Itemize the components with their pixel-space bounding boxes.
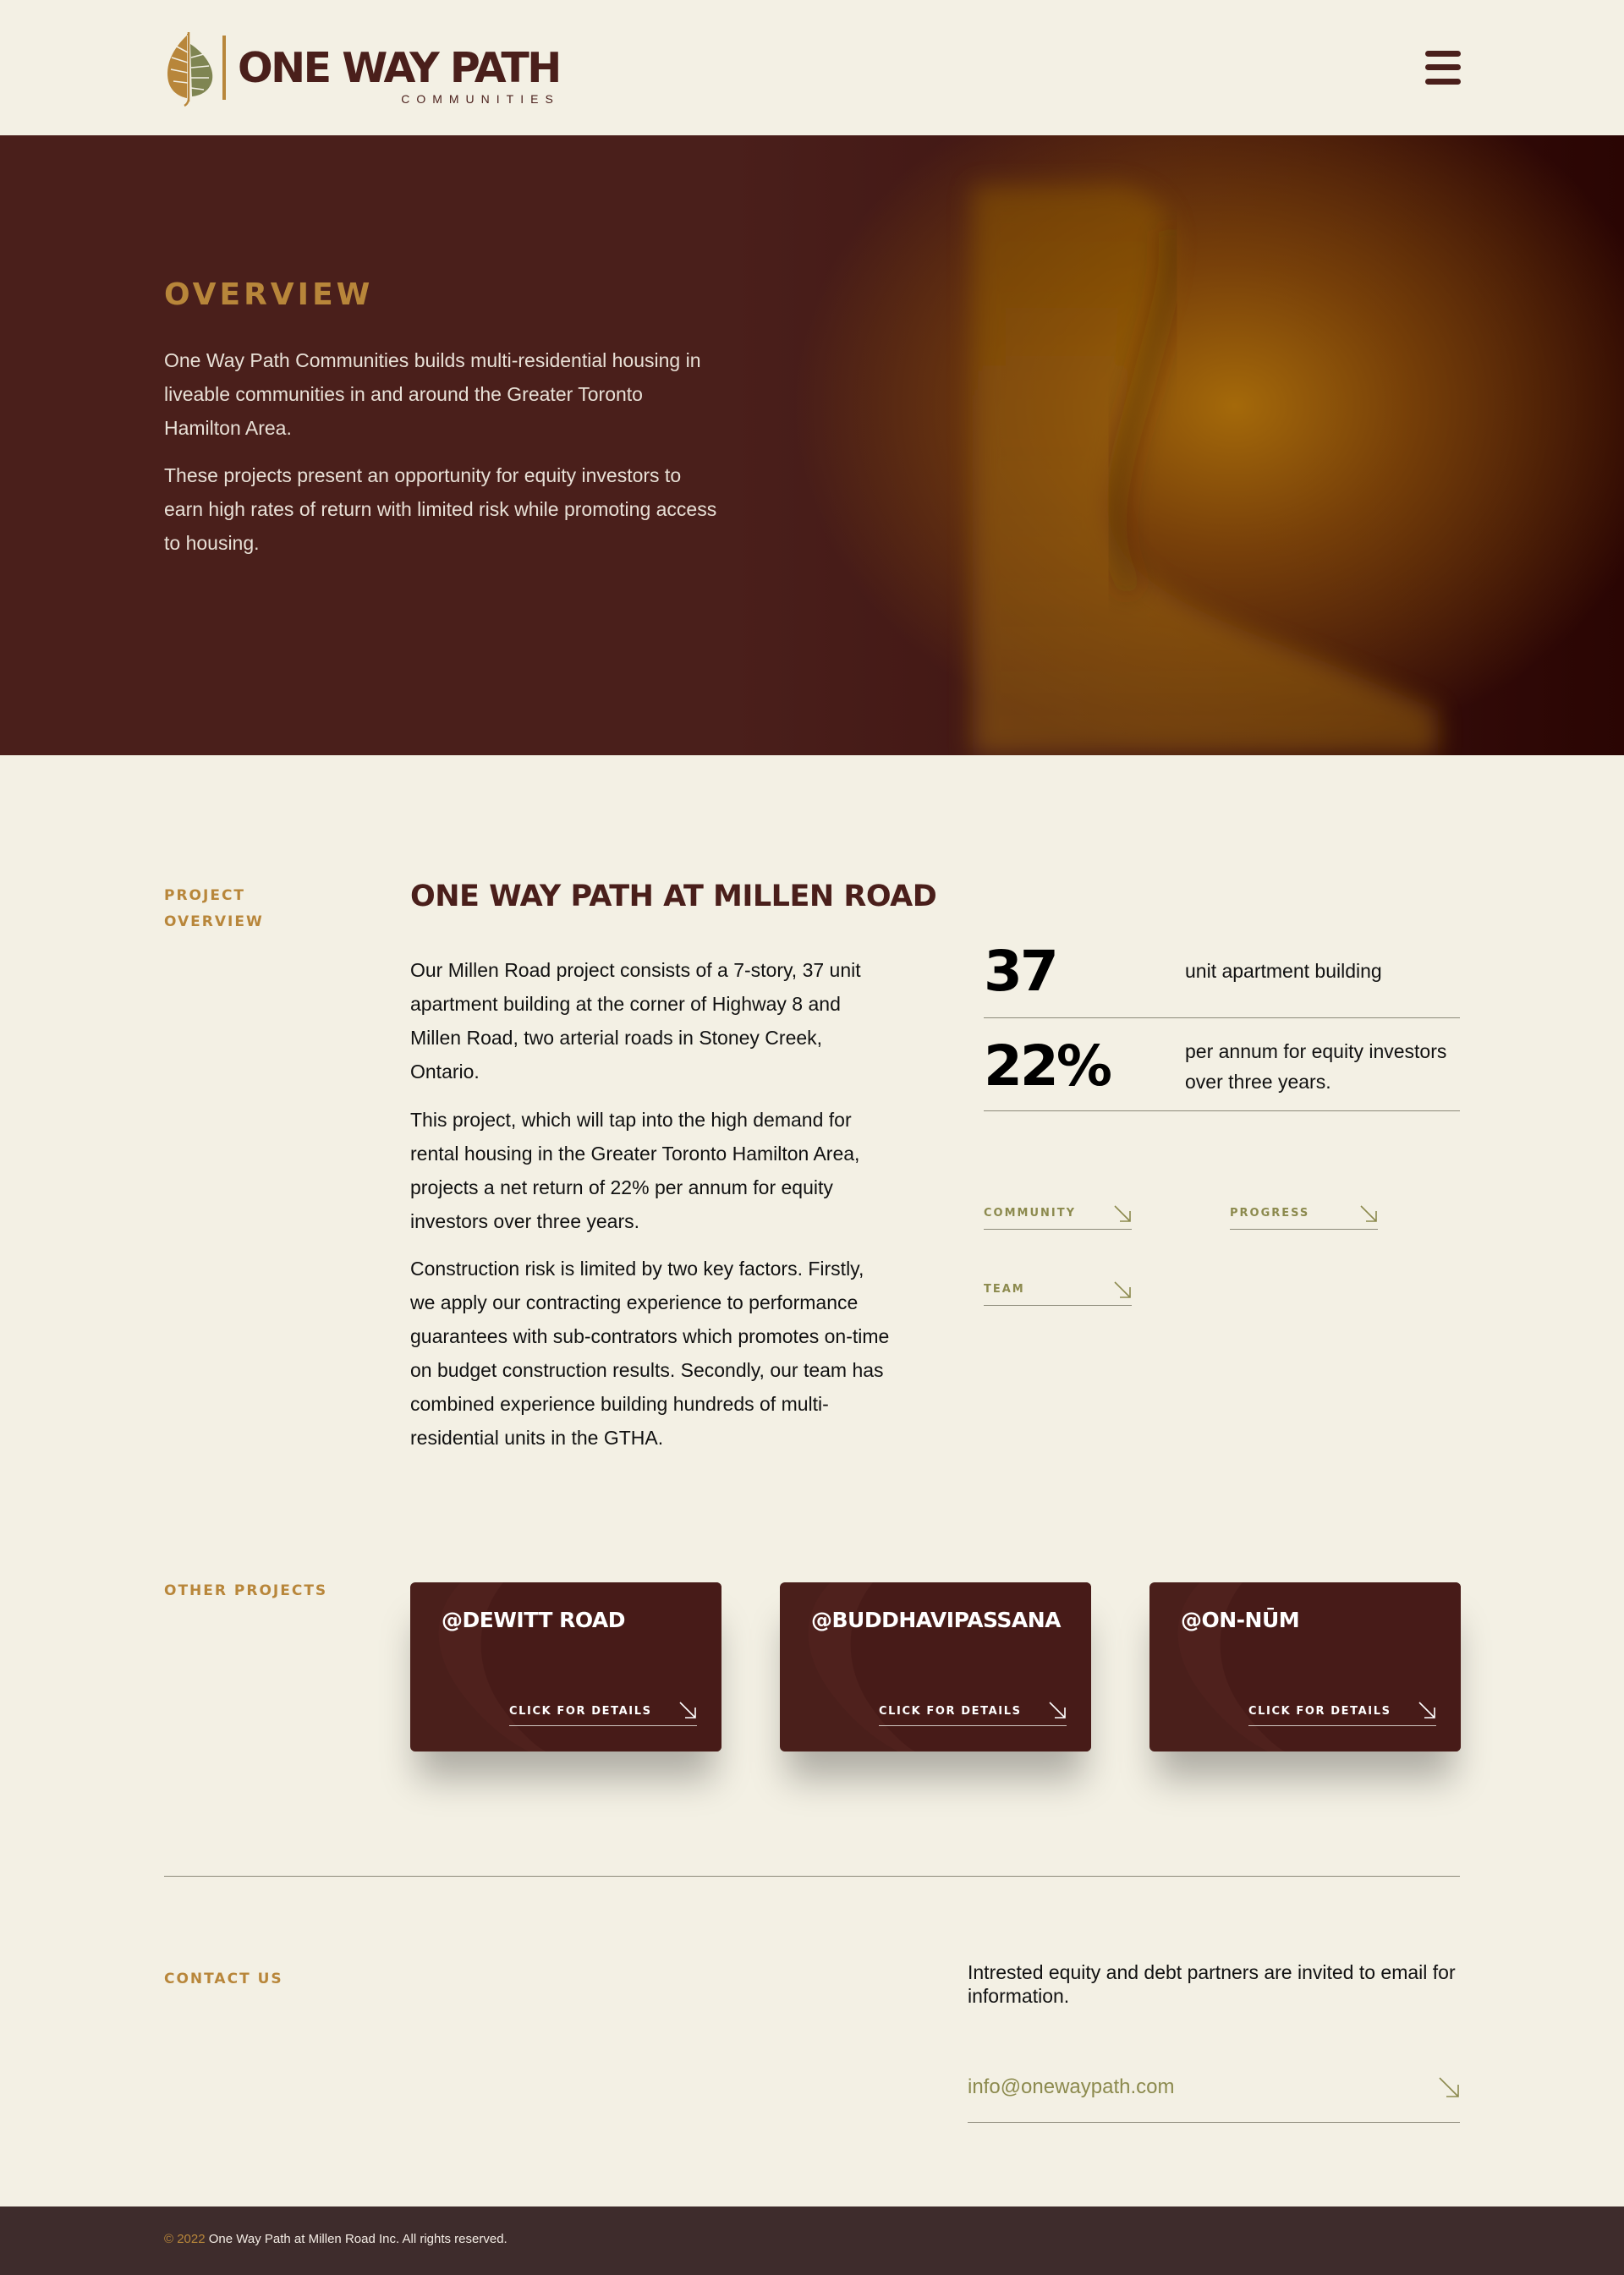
card-title: @ON-NŪM: [1181, 1608, 1300, 1632]
hero-decorative-shape: [973, 184, 1438, 755]
logo-wordmark: ONE WAY PATH COMMUNITIES: [238, 29, 562, 106]
project-card-dewitt[interactable]: @DEWITT ROAD CLICK FOR DETAILS: [410, 1582, 721, 1751]
card-details-link[interactable]: CLICK FOR DETAILS: [509, 1701, 697, 1726]
email-link[interactable]: info@onewaypath.com: [968, 2069, 1460, 2123]
link-label: COMMUNITY: [984, 1207, 1077, 1220]
project-paragraph-3: Construction risk is limited by two key …: [410, 1258, 890, 1449]
hero-paragraph-2: These projects present an opportunity fo…: [164, 464, 717, 554]
arrow-down-right-icon: [1418, 1702, 1435, 1719]
arrow-down-right-icon: [1049, 1702, 1066, 1719]
project-card-on-num[interactable]: @ON-NŪM CLICK FOR DETAILS: [1149, 1582, 1461, 1751]
arrow-down-right-icon: [1114, 1205, 1131, 1222]
link-label: CLICK FOR DETAILS: [879, 1705, 1022, 1718]
arrow-down-right-icon: [679, 1702, 696, 1719]
stat-value: 22%: [984, 1033, 1112, 1099]
logo-divider: [222, 36, 226, 100]
arrow-down-right-icon: [1360, 1205, 1377, 1222]
stat-value: 37: [984, 939, 1059, 1004]
project-paragraph-1: Our Millen Road project consists of a 7-…: [410, 959, 861, 1083]
brand-logo[interactable]: ONE WAY PATH COMMUNITIES: [163, 29, 562, 107]
copyright-year: © 2022: [164, 2232, 206, 2246]
section-divider: [164, 1876, 1460, 1877]
email-address: info@onewaypath.com: [968, 2075, 1175, 2098]
project-paragraph-2: This project, which will tap into the hi…: [410, 1109, 860, 1232]
site-header: ONE WAY PATH COMMUNITIES: [0, 0, 1624, 135]
link-label: CLICK FOR DETAILS: [509, 1705, 652, 1718]
project-card-buddhavipassana[interactable]: @BUDDHAVIPASSANA CLICK FOR DETAILS: [780, 1582, 1091, 1751]
progress-link[interactable]: PROGRESS: [1230, 1204, 1378, 1230]
card-title: @BUDDHAVIPASSANA: [811, 1608, 1061, 1632]
leaf-logo-icon: [167, 32, 213, 107]
brand-subtitle: COMMUNITIES: [401, 92, 560, 106]
hero-section: OVERVIEW One Way Path Communities builds…: [0, 135, 1624, 755]
hero-overline: OVERVIEW: [164, 277, 374, 312]
hero-paragraph-1: One Way Path Communities builds multi-re…: [164, 349, 701, 439]
copyright-owner: One Way Path at Millen Road Inc. All rig…: [208, 2232, 508, 2246]
team-link[interactable]: TEAM: [984, 1280, 1132, 1306]
project-overview-label: PROJECT OVERVIEW: [164, 887, 264, 930]
stat-description: per annum for equity investors over thre…: [1185, 1040, 1447, 1093]
hamburger-menu-icon[interactable]: [1425, 51, 1461, 85]
copyright-text: © 2022 One Way Path at Millen Road Inc. …: [164, 2232, 508, 2246]
arrow-down-right-icon: [1114, 1281, 1131, 1298]
link-label: TEAM: [984, 1283, 1025, 1296]
site-footer: © 2022 One Way Path at Millen Road Inc. …: [0, 2206, 1624, 2275]
arrow-down-right-icon: [1439, 2077, 1459, 2097]
community-link[interactable]: COMMUNITY: [984, 1204, 1132, 1230]
link-label: PROGRESS: [1230, 1207, 1310, 1220]
other-projects-label: OTHER PROJECTS: [164, 1582, 328, 1599]
brand-name: ONE WAY PATH: [238, 44, 562, 92]
stat-units: 37 unit apartment building: [984, 930, 1460, 1018]
link-label: CLICK FOR DETAILS: [1248, 1705, 1391, 1718]
card-title: @DEWITT ROAD: [442, 1608, 626, 1632]
contact-label: CONTACT US: [164, 1971, 283, 1987]
card-details-link[interactable]: CLICK FOR DETAILS: [1248, 1701, 1436, 1726]
project-title: ONE WAY PATH AT MILLEN ROAD: [410, 880, 937, 913]
stat-description: unit apartment building: [1185, 960, 1382, 982]
stat-return: 22% per annum for equity investors over …: [984, 1018, 1460, 1111]
contact-text: Intrested equity and debt partners are i…: [968, 1961, 1456, 2007]
card-details-link[interactable]: CLICK FOR DETAILS: [879, 1701, 1067, 1726]
